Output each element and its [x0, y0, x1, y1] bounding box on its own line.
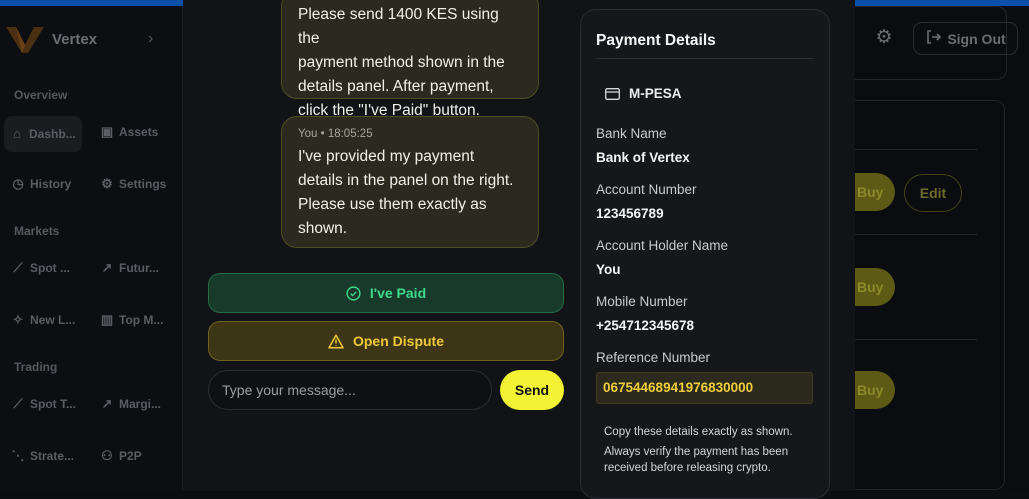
trend-icon: ↗	[101, 260, 113, 275]
bank-name-value: Bank of Vertex	[596, 150, 690, 165]
payment-method: M-PESA	[605, 86, 682, 101]
sidebar-item-dashboard[interactable]: ⌂ Dashb...	[4, 116, 82, 152]
sidebar-item-strategy[interactable]: ⋱ Strate...	[11, 448, 75, 464]
mobile-number-label: Mobile Number	[596, 294, 688, 309]
send-button[interactable]: Send	[500, 370, 564, 410]
message-line: Please send 1400 KES using the	[298, 6, 499, 47]
trend-icon: ↗	[101, 396, 113, 411]
offer-row-divider	[855, 234, 977, 235]
chart-line-icon: ⟋	[13, 260, 23, 275]
message-line: payment method shown in the	[298, 54, 505, 71]
payment-details-title: Payment Details	[596, 32, 716, 49]
home-icon: ⌂	[13, 126, 21, 141]
warning-triangle-icon	[328, 333, 344, 349]
sidebar-item-new-listings[interactable]: ✧ New L...	[11, 312, 76, 328]
message-line: I've provided my payment	[298, 148, 475, 165]
payment-note-line: received before releasing crypto.	[604, 462, 771, 474]
history-icon: ◷	[12, 176, 24, 191]
sidebar-collapse-chevron-icon[interactable]: ›	[148, 30, 153, 48]
users-icon: ⚇	[101, 448, 113, 463]
section-trading-title: Trading	[14, 360, 58, 374]
sidebar-item-top-movers[interactable]: ▥ Top M...	[100, 312, 164, 328]
offer-row-divider	[855, 149, 977, 150]
account-holder-value: You	[596, 262, 621, 277]
panel-divider	[596, 58, 813, 59]
message-line: details panel. After payment,	[298, 78, 494, 95]
open-dispute-button[interactable]: Open Dispute	[208, 321, 564, 361]
sparkles-icon: ✧	[12, 312, 24, 327]
reference-number-value[interactable]: 06754468941976830000	[596, 372, 813, 404]
edit-button[interactable]: Edit	[904, 174, 962, 212]
card-icon	[605, 87, 620, 100]
sidebar-item-margin[interactable]: ↗ Margi...	[100, 396, 161, 412]
bank-name-label: Bank Name	[596, 126, 667, 141]
sidebar-item-p2p[interactable]: ⚇ P2P	[100, 448, 142, 464]
message-line: Please use them exactly as	[298, 196, 487, 213]
account-number-label: Account Number	[596, 182, 697, 197]
buy-button[interactable]: Buy	[855, 268, 895, 306]
sidebar-item-spot-trading[interactable]: ⟋ Spot T...	[11, 396, 76, 412]
message-line: details in the panel on the right.	[298, 172, 514, 189]
message-meta: You • 18:05:25	[298, 128, 373, 140]
sidebar-item-futures[interactable]: ↗ Futur...	[100, 260, 159, 276]
chart-line-icon: ⟋	[13, 396, 23, 411]
sidebar-item-settings[interactable]: ⚙ Settings	[100, 176, 166, 192]
bar-chart-icon: ▥	[100, 312, 114, 327]
mobile-number-value: +254712345678	[596, 318, 694, 333]
account-number-value: 123456789	[596, 206, 664, 221]
payment-note-line: Copy these details exactly as shown.	[604, 426, 793, 438]
brand-name: Vertex	[52, 30, 98, 48]
payment-note-line: Always verify the payment has been	[604, 446, 789, 458]
sidebar: Vertex › Overview ⌂ Dashb... ▣ Assets ◷ His…	[0, 6, 183, 491]
ive-paid-button[interactable]: I've Paid	[208, 273, 564, 313]
sidebar-item-assets[interactable]: ▣ Assets	[100, 124, 159, 140]
buy-button[interactable]: Buy	[855, 173, 895, 211]
vertex-logo-icon	[6, 25, 44, 53]
sidebar-item-spot[interactable]: ⟋ Spot ...	[11, 260, 70, 276]
buy-button[interactable]: Buy	[855, 371, 895, 409]
gear-icon: ⚙	[101, 176, 113, 191]
sidebar-item-history[interactable]: ◷ History	[11, 176, 71, 192]
reference-number-label: Reference Number	[596, 350, 711, 365]
offers-card-top	[855, 6, 1007, 80]
section-markets-title: Markets	[14, 224, 60, 238]
wallet-icon: ▣	[100, 124, 114, 139]
brand[interactable]: Vertex	[6, 24, 97, 54]
offer-row-divider	[855, 339, 977, 340]
strategy-icon: ⋱	[11, 448, 25, 463]
message-line: shown.	[298, 220, 348, 237]
account-holder-label: Account Holder Name	[596, 238, 729, 253]
chat-message-user: You • 18:05:25 I've provided my payment …	[281, 116, 539, 248]
message-input[interactable]	[208, 370, 492, 410]
check-circle-icon	[346, 285, 361, 301]
chat-message-system: Please send 1400 KES using the payment m…	[281, 0, 539, 119]
section-overview-title: Overview	[14, 88, 68, 102]
